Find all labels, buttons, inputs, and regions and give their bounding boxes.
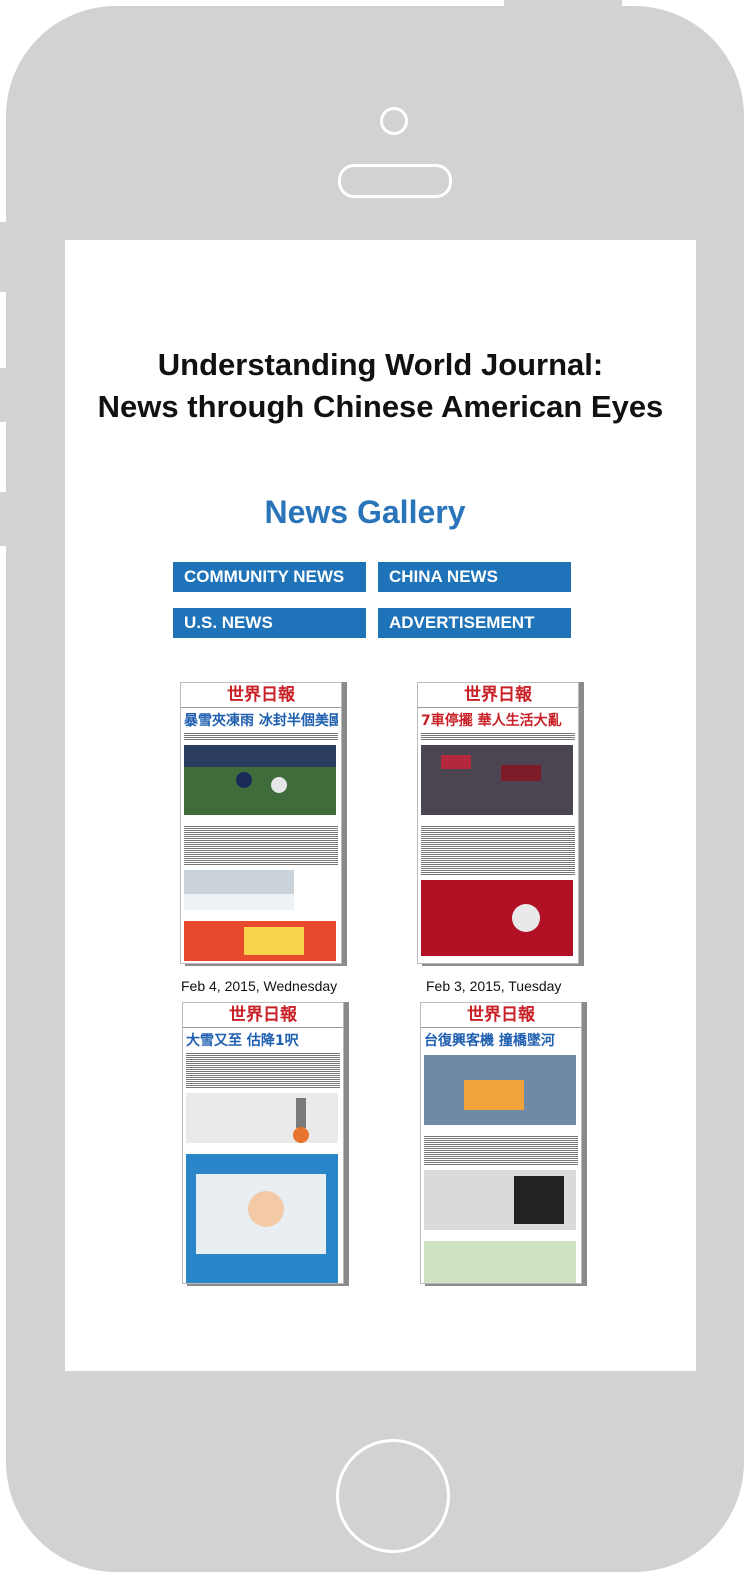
newspaper-headline: 台復興客機 撞橋墜河 bbox=[424, 1032, 578, 1050]
newspaper-front-page-3[interactable]: 世界日報 大雪又至 估降1呎 bbox=[182, 1002, 344, 1284]
newspaper-masthead: 世界日報 bbox=[183, 1003, 343, 1028]
tab-us-news[interactable]: U.S. NEWS bbox=[173, 608, 366, 638]
citi-ad bbox=[186, 1154, 338, 1283]
text-lines bbox=[186, 1052, 340, 1088]
tab-china-news[interactable]: CHINA NEWS bbox=[378, 562, 571, 592]
newspaper-headline: 大雪又至 估降1呎 bbox=[186, 1032, 340, 1050]
caption-feb-3: Feb 3, 2015, Tuesday bbox=[426, 978, 562, 994]
newspaper-front-page-feb-4[interactable]: 世界日報 暴雪夾凍雨 冰封半個美國 bbox=[180, 682, 342, 964]
home-button[interactable] bbox=[336, 1439, 450, 1553]
text-lines bbox=[421, 825, 575, 875]
news-gallery-heading: News Gallery bbox=[264, 494, 466, 530]
power-button bbox=[504, 0, 622, 10]
page-title-line-1: Understanding World Journal: bbox=[157, 347, 604, 382]
rocket-photo bbox=[186, 1093, 338, 1143]
tab-community-news[interactable]: COMMUNITY NEWS bbox=[173, 562, 366, 592]
newspaper-masthead: 世界日報 bbox=[421, 1003, 581, 1028]
text-lines bbox=[184, 732, 338, 740]
newspaper-masthead: 世界日報 bbox=[181, 683, 341, 708]
newspaper-headline: 7車停擺 華人生活大亂 bbox=[421, 712, 575, 730]
football-photo bbox=[184, 745, 336, 815]
newspaper-masthead: 世界日報 bbox=[418, 683, 578, 708]
tab-advertisement[interactable]: ADVERTISEMENT bbox=[378, 608, 571, 638]
screen: Understanding World Journal: News throug… bbox=[65, 240, 696, 1371]
caption-feb-4: Feb 4, 2015, Wednesday bbox=[181, 978, 338, 994]
volume-down-button bbox=[0, 492, 10, 546]
newspaper-front-page-4[interactable]: 世界日報 台復興客機 撞橋墜河 bbox=[420, 1002, 582, 1284]
plane-crash-photo bbox=[424, 1055, 576, 1125]
newspaper-front-page-feb-3[interactable]: 世界日報 7車停擺 華人生活大亂 bbox=[417, 682, 579, 964]
camera-icon bbox=[380, 107, 408, 135]
text-lines bbox=[424, 1135, 578, 1165]
page-title-line-2: News through Chinese American Eyes bbox=[97, 389, 664, 424]
mute-switch bbox=[0, 222, 10, 292]
banner-ad bbox=[424, 1241, 576, 1283]
crowd-photo bbox=[421, 745, 573, 815]
advertisement-banner bbox=[184, 921, 336, 961]
newspaper-headline: 暴雪夾凍雨 冰封半個美國 bbox=[184, 712, 338, 730]
text-lines bbox=[184, 825, 338, 865]
volume-up-button bbox=[0, 368, 10, 422]
text-lines bbox=[421, 732, 575, 740]
cartier-ad bbox=[421, 880, 573, 956]
speaker-icon bbox=[338, 164, 452, 198]
snow-photo bbox=[184, 870, 294, 910]
chanel-ad bbox=[424, 1170, 576, 1230]
